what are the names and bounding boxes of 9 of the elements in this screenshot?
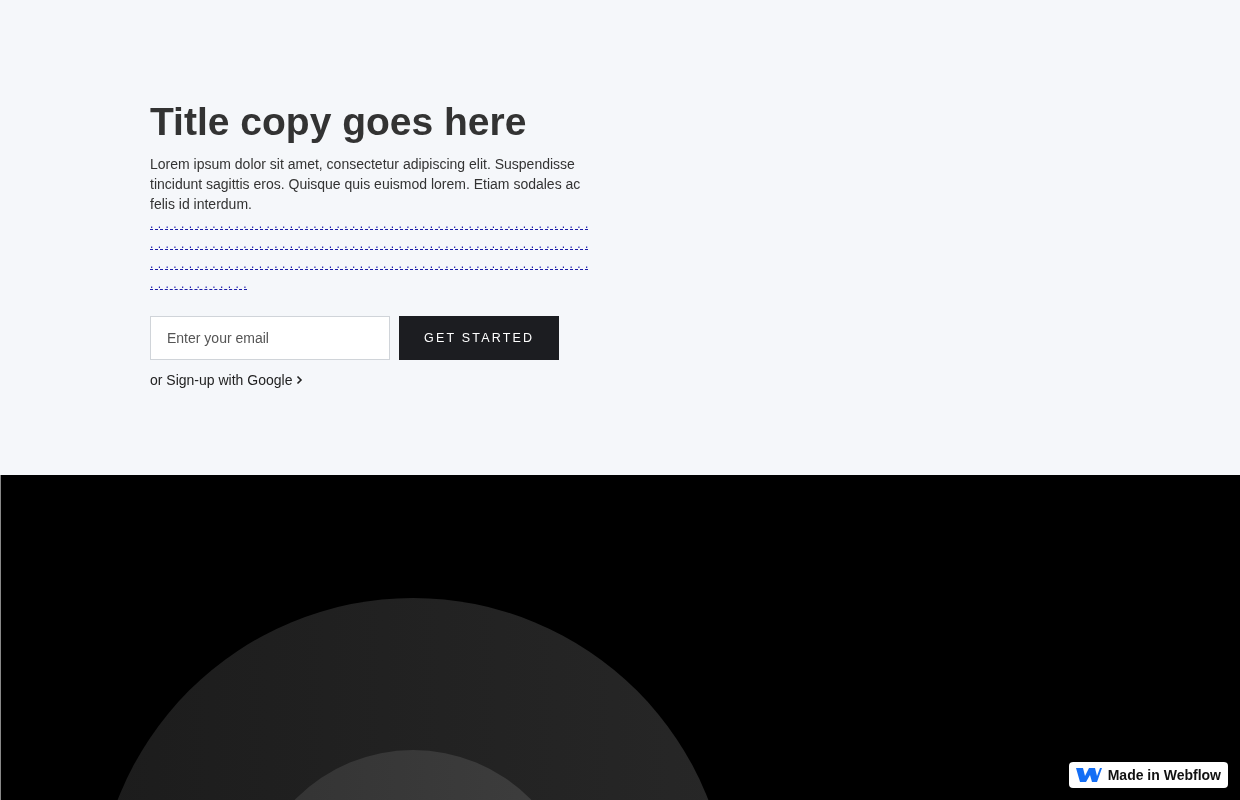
webflow-badge[interactable]: Made in Webflow bbox=[1068, 762, 1228, 788]
email-field[interactable]: Enter your email bbox=[150, 316, 390, 360]
hero-description: Lorem ipsum dolor sit amet, consectetur adipiscing elit. Suspendisse tincidunt sagittis eros. Quisque quis euismod lorem. Etiam sodales ac felis id interdum. bbox=[150, 155, 582, 214]
chevron-right-icon bbox=[296, 375, 304, 385]
dotted-link-text[interactable]: . . . . . . . . . . . . . . . . . . . . . . . . . . . . . . . . . . . . . . . . . . . . . . . . . . . . . . . . . . . . . . . . . . . . . . . . . . . . . . . . . . . . . . . . . . . . . . . . . . . . . . . . . . . . . . . . . . . . . . . . . . . . . . . . . . . . . . . . . . . . . . . . . . . . . . . . . . . . . . . . . . . . . . . . . . . . . . . . . . . . . . . . bbox=[150, 214, 590, 294]
google-signup-link[interactable]: or Sign-up with Google bbox=[150, 372, 304, 388]
webflow-logo-icon bbox=[1075, 767, 1102, 783]
get-started-button[interactable]: GET STARTED bbox=[399, 316, 560, 360]
hero-title: Title copy goes here bbox=[150, 100, 528, 144]
